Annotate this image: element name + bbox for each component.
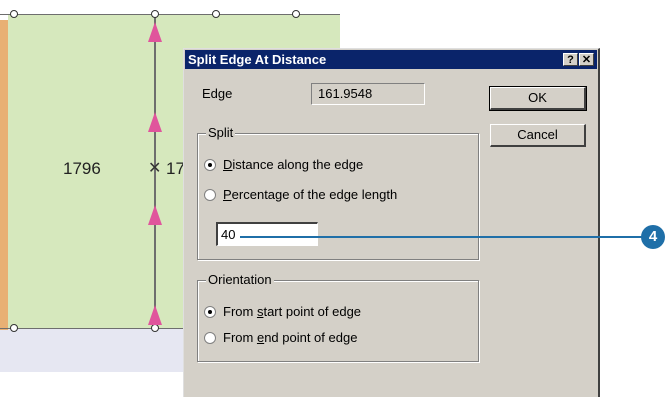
distance-label-rest: istance along the edge bbox=[232, 157, 364, 172]
edge-label: Edge bbox=[202, 86, 233, 101]
percentage-option-label[interactable]: Percentage of the edge length bbox=[223, 187, 397, 202]
percentage-radio[interactable] bbox=[204, 189, 216, 201]
callout-leader-line bbox=[240, 236, 642, 238]
split-value-input[interactable]: 40 bbox=[216, 222, 318, 246]
edge-direction-arrow-icon bbox=[148, 112, 162, 132]
from-end-prefix: From bbox=[223, 330, 257, 345]
parcel-top-edge bbox=[0, 14, 340, 15]
from-end-radio[interactable] bbox=[204, 332, 216, 344]
orientation-group: Orientation From start point of edge Fro… bbox=[197, 272, 479, 362]
from-start-prefix: From bbox=[223, 304, 257, 319]
edge-length-field: 161.9548 bbox=[311, 83, 425, 105]
vertex-marker bbox=[10, 324, 18, 332]
ok-button[interactable]: OK bbox=[489, 86, 587, 111]
split-edge-dialog: Split Edge At Distance ? ✕ Edge 161.9548… bbox=[183, 48, 600, 397]
from-start-rest: tart point of edge bbox=[263, 304, 362, 319]
vertex-marker bbox=[10, 10, 18, 18]
vertex-marker bbox=[212, 10, 220, 18]
percentage-mnemonic: P bbox=[223, 187, 232, 202]
distance-mnemonic: D bbox=[223, 157, 233, 172]
dialog-titlebar[interactable]: Split Edge At Distance ? ✕ bbox=[185, 50, 597, 69]
split-point-icon: ✕ bbox=[148, 160, 162, 177]
cancel-button[interactable]: Cancel bbox=[490, 124, 586, 147]
vertex-marker bbox=[292, 10, 300, 18]
from-start-option-label[interactable]: From start point of edge bbox=[223, 304, 361, 319]
from-end-option-label[interactable]: From end point of edge bbox=[223, 330, 357, 345]
dialog-title: Split Edge At Distance bbox=[188, 52, 327, 67]
edge-direction-arrow-icon bbox=[148, 305, 162, 325]
distance-option-label[interactable]: Distance along the edge bbox=[223, 157, 363, 172]
close-button[interactable]: ✕ bbox=[579, 53, 594, 66]
from-start-radio[interactable] bbox=[204, 306, 216, 318]
vertex-marker bbox=[151, 324, 159, 332]
help-button[interactable]: ? bbox=[563, 53, 578, 66]
parcel-label: 1796 bbox=[63, 159, 101, 178]
distance-radio[interactable] bbox=[204, 159, 216, 171]
percentage-label-rest: ercentage of the edge length bbox=[231, 187, 398, 202]
edge-direction-arrow-icon bbox=[148, 22, 162, 42]
edge-direction-arrow-icon bbox=[148, 205, 162, 225]
orientation-group-title: Orientation bbox=[206, 272, 274, 287]
from-end-rest: nd point of edge bbox=[264, 330, 358, 345]
adjacent-parcel-orange bbox=[0, 20, 8, 330]
callout-step-badge: 4 bbox=[641, 225, 665, 249]
split-group-title: Split bbox=[206, 125, 236, 140]
vertex-marker bbox=[151, 10, 159, 18]
